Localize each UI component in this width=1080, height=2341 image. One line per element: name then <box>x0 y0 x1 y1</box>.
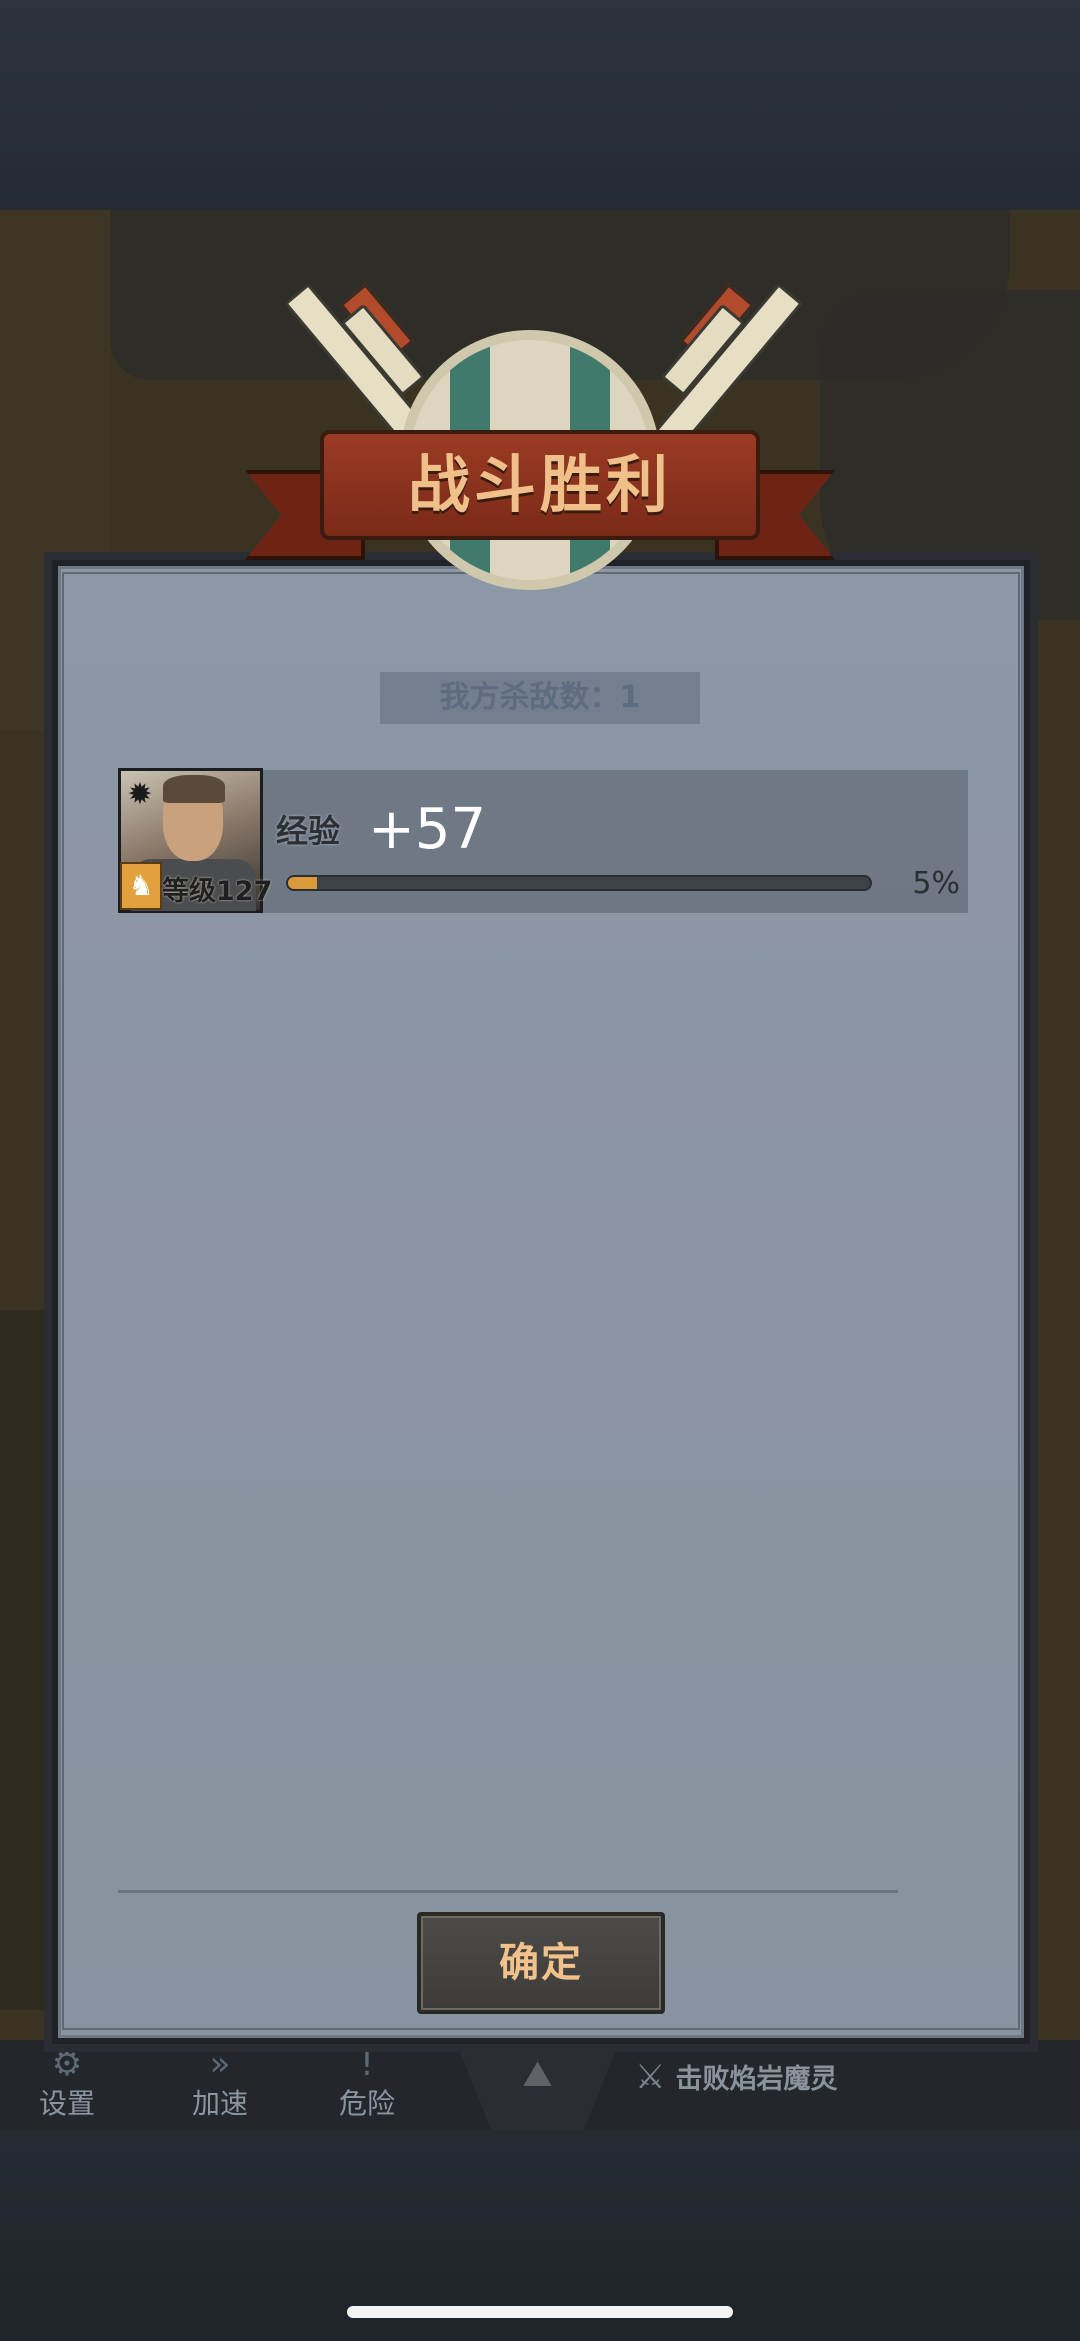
fast-forward-icon: » <box>209 2044 231 2084</box>
portrait-hair <box>163 775 225 803</box>
mountain-icon: ⛰ <box>522 2054 553 2095</box>
speed-label: 加速 <box>191 2087 248 2120</box>
sun-icon: ✹ <box>127 777 153 812</box>
victory-title: 战斗胜利 <box>407 448 672 521</box>
exp-label: 经验 <box>276 812 341 850</box>
hero-level: 等级127 <box>162 876 273 907</box>
warning-icon: ! <box>360 2044 374 2084</box>
quest-text: 击败焰岩魔灵 <box>675 2064 838 2095</box>
kill-count: 我方杀敌数：1 <box>380 672 700 724</box>
settings-button[interactable]: ⚙ 设置 <box>2 2040 132 2130</box>
map-tree-left <box>0 1310 60 2010</box>
quest-objective[interactable]: ⚔ 击败焰岩魔灵 <box>635 2052 837 2102</box>
gear-icon: ⚙ <box>51 2044 83 2084</box>
exp-progress-percent: 5% <box>912 866 960 901</box>
top-status-area <box>0 0 1080 210</box>
exp-progress-bar <box>286 875 872 891</box>
class-icon: ♞ <box>120 862 162 910</box>
speed-button[interactable]: » 加速 <box>155 2040 285 2130</box>
home-indicator <box>347 2306 733 2318</box>
exp-gain-value: +57 <box>368 797 487 862</box>
danger-label: 危险 <box>338 2087 395 2120</box>
confirm-button[interactable]: 确定 <box>417 1912 665 2014</box>
panel-divider <box>118 1890 898 1893</box>
crossed-swords-icon: ⚔ <box>635 2057 666 2097</box>
settings-label: 设置 <box>38 2087 95 2120</box>
exp-progress-fill <box>288 877 318 889</box>
danger-button[interactable]: ! 危险 <box>302 2040 432 2130</box>
